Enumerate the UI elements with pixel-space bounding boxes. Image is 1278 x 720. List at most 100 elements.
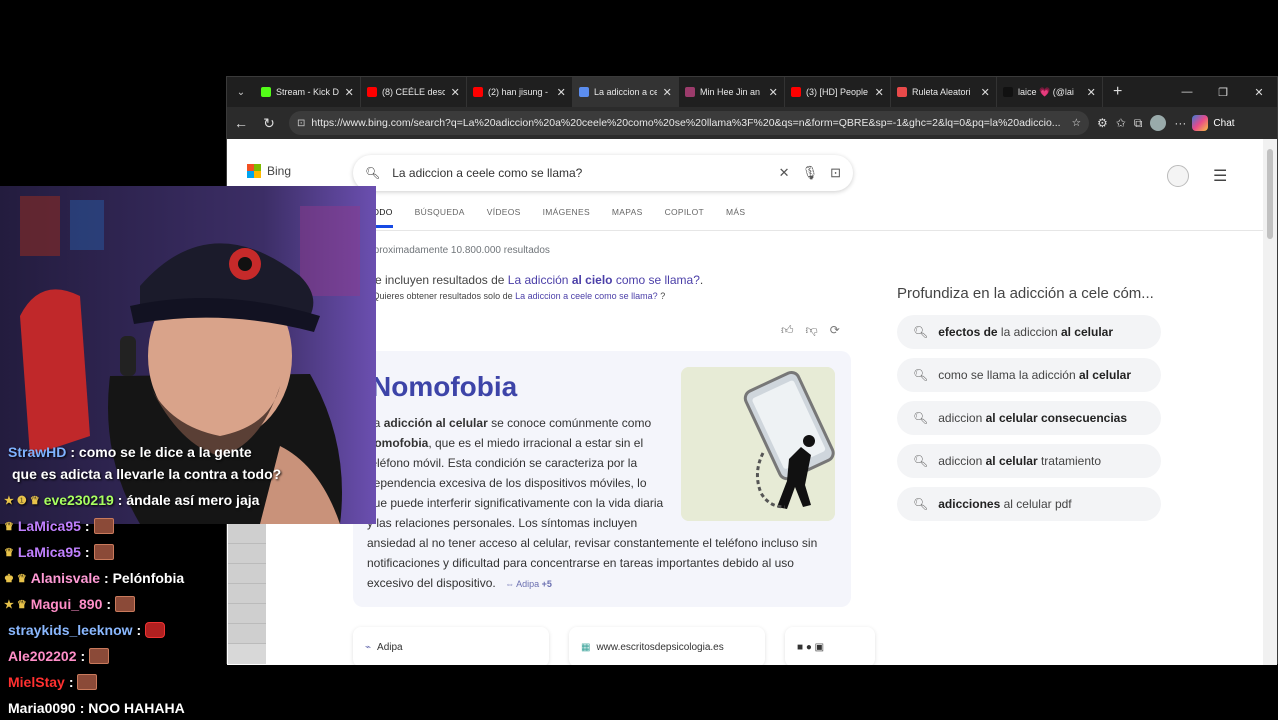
- source-card-adipa[interactable]: ⌁ Adipa: [353, 627, 549, 665]
- close-tab-icon[interactable]: ✕: [874, 86, 884, 99]
- browser-tab[interactable]: Ruleta Aleatori ✕: [891, 77, 997, 107]
- favorites-icon[interactable]: ✩: [1116, 116, 1126, 130]
- tab-favicon-icon: [367, 87, 377, 97]
- related-search-item[interactable]: 🔍︎ adicciones al celular pdf: [897, 487, 1161, 521]
- hamburger-menu-icon[interactable]: ☰: [1213, 166, 1227, 186]
- emote-icon: [145, 622, 166, 638]
- chat-message: ★ ♛ Magui_890 :: [4, 596, 136, 612]
- browser-tab[interactable]: Stream - Kick D ✕: [255, 77, 361, 107]
- site-info-icon[interactable]: ⊡: [297, 118, 305, 129]
- tab-more[interactable]: MÁS: [726, 207, 745, 228]
- includes-prefix: Se incluyen resultados de: [367, 273, 508, 287]
- close-tab-icon[interactable]: ✕: [1086, 86, 1096, 99]
- original-query-link[interactable]: La adiccion a ceele como se llama?: [515, 291, 658, 301]
- close-tab-icon[interactable]: ✕: [556, 86, 566, 99]
- chat-message: Maria0090: NOO HAHAHA: [4, 700, 185, 716]
- microphone-icon[interactable]: 🎙︎: [802, 165, 819, 181]
- chat-username[interactable]: eve230219: [44, 492, 114, 508]
- chat-username[interactable]: straykids_leeknow: [8, 622, 133, 638]
- source-card-more[interactable]: ■ ● ▣: [785, 627, 875, 665]
- corrected-query-link[interactable]: La adicción al cielo como se llama?: [508, 273, 700, 287]
- share-icon[interactable]: ⟳: [830, 323, 840, 338]
- chat-badges-icon: ♛: [4, 546, 14, 559]
- browser-tab[interactable]: Min Hee Jin an ✕: [679, 77, 785, 107]
- page-scrollbar[interactable]: [1263, 139, 1277, 665]
- chat-username[interactable]: LaMica95: [18, 518, 81, 534]
- url-field[interactable]: ⊡ https://www.bing.com/search?q=La%20adi…: [289, 111, 1089, 135]
- visual-search-icon[interactable]: ⊡: [830, 165, 841, 181]
- search-icon: 🔍︎: [913, 411, 929, 425]
- related-search-text: adiccion al celular tratamiento: [938, 454, 1101, 468]
- answer-source[interactable]: ⇔ Adipa +5: [505, 574, 552, 594]
- emote-icon: [93, 544, 114, 560]
- extensions-icon[interactable]: ⚙: [1097, 116, 1108, 130]
- chat-username[interactable]: Maria0090: [8, 700, 76, 716]
- related-search-item[interactable]: 🔍︎ adiccion al celular tratamiento: [897, 444, 1161, 478]
- browser-tab[interactable]: La adiccion a ce ✕: [573, 77, 679, 107]
- scrollbar-thumb[interactable]: [1267, 149, 1273, 239]
- source-card-escritos[interactable]: ▦ www.escritosdepsicologia.es: [569, 627, 765, 665]
- tab-images[interactable]: IMÁGENES: [543, 207, 590, 228]
- tab-title: Min Hee Jin an: [700, 87, 761, 97]
- chat-badges-icon: ♚ ♛: [4, 572, 27, 585]
- sug-mid: adiccion: [938, 454, 986, 468]
- minimize-icon[interactable]: —: [1169, 86, 1205, 99]
- close-window-icon[interactable]: ✕: [1241, 86, 1277, 99]
- chat-username[interactable]: MielStay: [8, 674, 65, 690]
- thumbs-down-icon[interactable]: 👎︎: [806, 323, 818, 338]
- related-search-item[interactable]: 🔍︎ efectos de la adiccion al celular: [897, 315, 1161, 349]
- favorite-star-icon[interactable]: ☆: [1072, 117, 1081, 129]
- refresh-icon[interactable]: ↻: [255, 115, 283, 132]
- answer-title: Nomofobia: [371, 371, 518, 402]
- close-tab-icon[interactable]: ✕: [344, 86, 354, 99]
- browser-tab[interactable]: laice 💗 (@lai ✕: [997, 77, 1103, 107]
- answer-source-name: Adipa: [516, 579, 540, 589]
- search-icon: 🔍︎: [913, 325, 929, 339]
- related-search-item[interactable]: 🔍︎ como se llama la adicción al celular: [897, 358, 1161, 392]
- card-label-1: www.escritosdepsicologia.es: [596, 641, 724, 653]
- chat-username[interactable]: LaMica95: [18, 544, 81, 560]
- chat-username[interactable]: Alanisvale: [31, 570, 100, 586]
- address-bar-row: ← ↻ ⊡ https://www.bing.com/search?q=La%2…: [227, 107, 1277, 139]
- clear-search-icon[interactable]: ✕: [779, 165, 790, 181]
- browser-tab[interactable]: (2) han jisung - ✕: [467, 77, 573, 107]
- new-tab-icon[interactable]: +: [1103, 83, 1132, 101]
- collections-icon[interactable]: ⧉: [1134, 116, 1143, 131]
- tab-title: (3) [HD] People: [806, 87, 869, 97]
- search-query[interactable]: La adiccion a ceele como se llama?: [392, 166, 766, 180]
- tab-videos[interactable]: VÍDEOS: [487, 207, 521, 228]
- sug-mid: la adiccion: [997, 325, 1061, 339]
- nomophobia-illustration[interactable]: [681, 367, 835, 521]
- chat-username[interactable]: Ale202202: [8, 648, 77, 664]
- search-nav-tabs: TODO BÚSQUEDA VÍDEOS IMÁGENES MAPAS COPI…: [367, 207, 745, 228]
- chat-badges-icon: ★ ♛: [4, 598, 27, 611]
- browser-tab[interactable]: (3) [HD] People ✕: [785, 77, 891, 107]
- profile-avatar[interactable]: [1150, 115, 1167, 131]
- tab-maps[interactable]: MAPAS: [612, 207, 643, 228]
- more-menu-icon[interactable]: ···: [1174, 116, 1186, 130]
- search-box[interactable]: 🔍︎ La adiccion a ceele como se llama? ✕ …: [353, 155, 853, 191]
- restore-icon[interactable]: ❐: [1205, 86, 1241, 99]
- chat-username[interactable]: Magui_890: [31, 596, 103, 612]
- close-tab-icon[interactable]: ✕: [768, 86, 778, 99]
- search-icon: 🔍︎: [913, 454, 929, 468]
- close-tab-icon[interactable]: ✕: [450, 86, 460, 99]
- close-tab-icon[interactable]: ✕: [980, 86, 990, 99]
- sug-bold: al celular: [985, 454, 1038, 468]
- chat-text: :: [136, 622, 142, 638]
- bing-logo[interactable]: Bing: [247, 164, 291, 178]
- chat-text: : NOO HAHAHA: [79, 700, 185, 716]
- account-icon[interactable]: [1167, 165, 1189, 187]
- browser-tab[interactable]: (8) CEÉLE desc ✕: [361, 77, 467, 107]
- thumbs-up-icon[interactable]: 👍︎: [781, 323, 794, 338]
- tab-search[interactable]: BÚSQUEDA: [415, 207, 465, 228]
- chat-username[interactable]: StrawHD: [8, 444, 66, 460]
- tab-list-dropdown-icon[interactable]: ⌄: [227, 77, 255, 107]
- browser-window: ⌄ Stream - Kick D ✕ (8) CEÉLE desc ✕ (2) han…: [226, 76, 1278, 665]
- related-search-item[interactable]: 🔍︎ adiccion al celular consecuencias: [897, 401, 1161, 435]
- tab-copilot[interactable]: COPILOT: [665, 207, 704, 228]
- copilot-chat-button[interactable]: Chat: [1192, 115, 1235, 131]
- close-tab-icon[interactable]: ✕: [662, 86, 672, 99]
- back-icon[interactable]: ←: [227, 115, 255, 131]
- copilot-icon: [1192, 115, 1209, 131]
